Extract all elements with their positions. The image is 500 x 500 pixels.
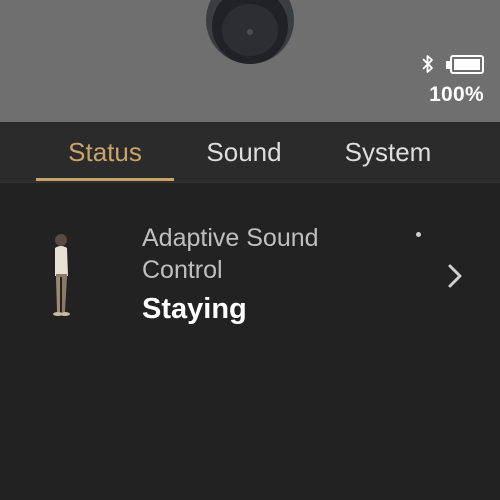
tab-sound[interactable]: Sound (180, 122, 308, 182)
active-tab-indicator (36, 178, 174, 181)
earbud-image (206, 0, 294, 64)
battery-icon (446, 55, 484, 74)
battery-percentage: 100% (429, 83, 484, 106)
tab-system[interactable]: System (318, 122, 458, 182)
chevron-right-icon[interactable] (446, 263, 464, 289)
adaptive-sound-control-row[interactable]: Adaptive Sound Control Staying (0, 200, 500, 340)
standing-person-icon (53, 234, 70, 316)
device-header: 100% (0, 0, 500, 122)
adaptive-sound-control-title: Adaptive Sound Control (142, 224, 319, 284)
tab-status[interactable]: Status (36, 122, 174, 182)
status-dot-indicator (416, 232, 421, 237)
bluetooth-icon (422, 55, 433, 73)
adaptive-sound-control-value: Staying (142, 293, 247, 325)
tab-bar: Status Sound System (0, 122, 500, 183)
